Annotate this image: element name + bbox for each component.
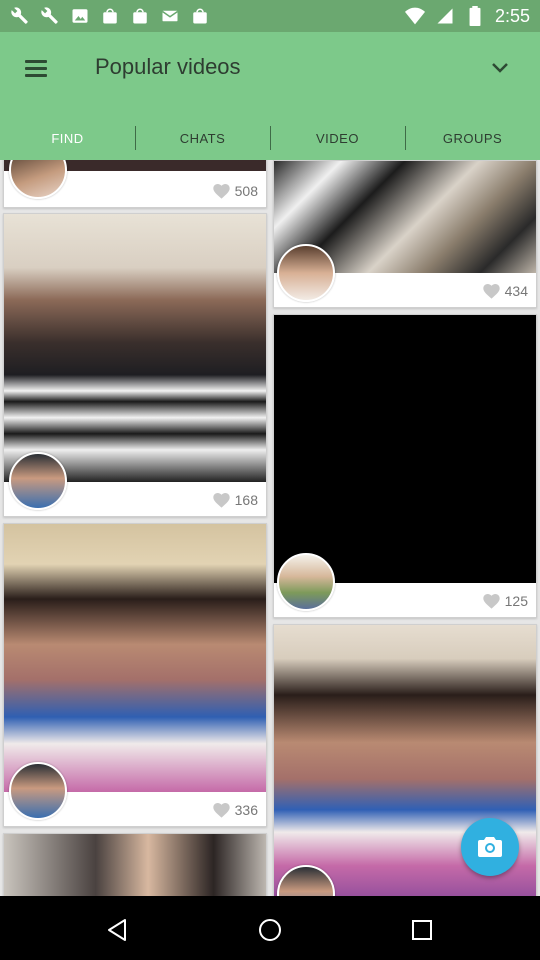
chevron-down-icon[interactable] <box>480 52 520 84</box>
like-count[interactable]: 168 <box>212 492 258 508</box>
video-thumbnail[interactable] <box>4 214 266 482</box>
avatar[interactable] <box>9 160 67 199</box>
avatar[interactable] <box>277 553 335 611</box>
mail-icon <box>160 6 180 26</box>
heart-icon <box>212 492 230 508</box>
video-thumbnail[interactable] <box>4 524 266 792</box>
heart-icon <box>482 593 500 609</box>
battery-icon <box>465 6 485 26</box>
wrench-icon <box>40 6 60 26</box>
signal-icon <box>435 6 455 26</box>
tab-video[interactable]: VIDEO <box>270 116 405 160</box>
back-icon[interactable] <box>99 912 135 948</box>
like-count[interactable]: 434 <box>482 283 528 299</box>
camera-icon <box>478 837 502 857</box>
like-count[interactable]: 336 <box>212 802 258 818</box>
bag-icon <box>100 6 120 26</box>
video-thumbnail[interactable] <box>274 315 536 583</box>
navigation-bar <box>0 896 540 960</box>
like-count-value: 508 <box>234 183 258 199</box>
tab-bar: FIND CHATS VIDEO GROUPS <box>0 116 540 160</box>
heart-icon <box>482 283 500 299</box>
bag-icon <box>190 6 210 26</box>
notification-icons <box>10 6 210 26</box>
hamburger-menu-icon[interactable] <box>16 52 56 84</box>
heart-icon <box>212 183 230 199</box>
image-icon <box>70 6 90 26</box>
app-bar: Popular videos FIND CHATS VIDEO GROUPS <box>0 32 540 160</box>
like-count-value: 168 <box>234 492 258 508</box>
like-count-value: 434 <box>504 283 528 299</box>
wrench-icon <box>10 6 30 26</box>
like-count[interactable]: 508 <box>212 183 258 199</box>
video-card[interactable]: 336 <box>3 523 267 827</box>
avatar[interactable] <box>277 244 335 302</box>
wifi-icon <box>404 6 425 26</box>
status-bar: 2:55 <box>0 0 540 32</box>
video-card[interactable]: 508 <box>3 160 267 208</box>
tab-chats[interactable]: CHATS <box>135 116 270 160</box>
system-icons: 2:55 <box>404 6 530 26</box>
video-card[interactable]: 125 <box>273 314 537 618</box>
like-count[interactable]: 125 <box>482 593 528 609</box>
like-count-value: 125 <box>504 593 528 609</box>
video-feed[interactable]: 508 168 336 434 125 <box>0 160 540 896</box>
bag-icon <box>130 6 150 26</box>
tab-groups[interactable]: GROUPS <box>405 116 540 160</box>
video-card[interactable] <box>3 833 267 896</box>
avatar[interactable] <box>9 762 67 820</box>
recents-icon[interactable] <box>404 912 440 948</box>
heart-icon <box>212 802 230 818</box>
page-title: Popular videos <box>95 54 241 79</box>
tab-find[interactable]: FIND <box>0 116 135 160</box>
home-icon[interactable] <box>252 912 288 948</box>
like-count-value: 336 <box>234 802 258 818</box>
clock: 2:55 <box>494 6 530 26</box>
video-card[interactable]: 434 <box>273 160 537 308</box>
video-thumbnail[interactable] <box>4 834 266 896</box>
avatar[interactable] <box>9 452 67 510</box>
camera-button[interactable] <box>461 818 519 876</box>
video-card[interactable]: 168 <box>3 213 267 517</box>
